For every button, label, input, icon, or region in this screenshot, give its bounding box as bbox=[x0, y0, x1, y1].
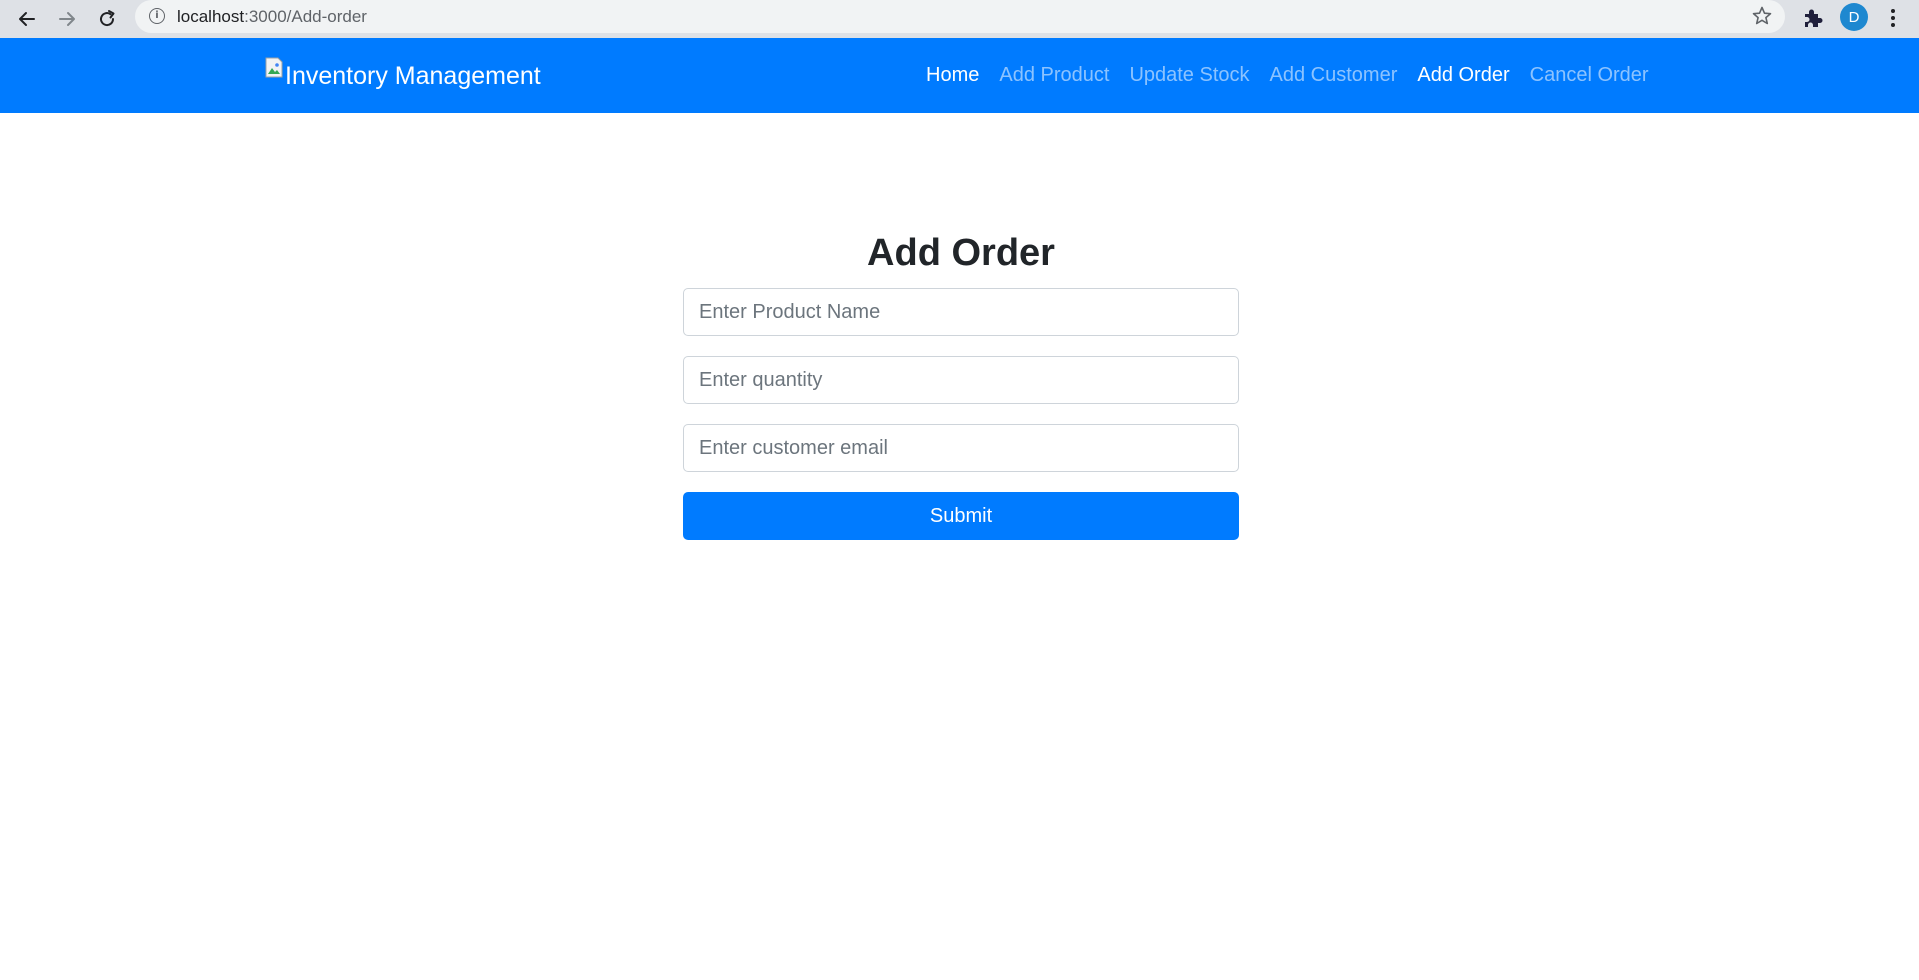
add-order-form: Add Order Submit bbox=[683, 230, 1239, 540]
nav-link-add-product[interactable]: Add Product bbox=[989, 64, 1119, 87]
reload-button[interactable] bbox=[91, 3, 123, 35]
browser-toolbar: i localhost:3000/Add-order D bbox=[0, 0, 1919, 38]
profile-avatar[interactable]: D bbox=[1840, 3, 1868, 31]
star-icon[interactable] bbox=[1751, 5, 1773, 27]
nav-link-add-customer[interactable]: Add Customer bbox=[1260, 64, 1408, 87]
info-icon[interactable]: i bbox=[149, 8, 165, 24]
arrow-left-icon bbox=[19, 12, 35, 26]
url-host: localhost bbox=[177, 7, 245, 26]
nav-link-cancel-order[interactable]: Cancel Order bbox=[1520, 64, 1659, 87]
submit-button[interactable]: Submit bbox=[683, 492, 1239, 540]
nav-link-update-stock[interactable]: Update Stock bbox=[1119, 64, 1259, 87]
customer-email-input[interactable] bbox=[683, 424, 1239, 472]
navbar-brand[interactable]: Inventory Management bbox=[265, 56, 541, 96]
nav-link-add-order[interactable]: Add Order bbox=[1407, 64, 1519, 87]
arrow-right-icon bbox=[59, 12, 75, 26]
back-button[interactable] bbox=[11, 3, 43, 35]
nav-link-home[interactable]: Home bbox=[926, 64, 989, 87]
reload-icon bbox=[100, 10, 115, 27]
navbar-links: Home Add Product Update Stock Add Custom… bbox=[926, 38, 1659, 113]
broken-image-icon bbox=[265, 57, 285, 79]
url-path: :3000/Add-order bbox=[244, 7, 367, 26]
forward-button[interactable] bbox=[51, 3, 83, 35]
page-title: Add Order bbox=[867, 232, 1055, 274]
product-name-input[interactable] bbox=[683, 288, 1239, 336]
address-bar[interactable]: i localhost:3000/Add-order bbox=[135, 0, 1785, 33]
quantity-input[interactable] bbox=[683, 356, 1239, 404]
vertical-dots-icon[interactable] bbox=[1882, 5, 1904, 31]
url-text[interactable]: localhost:3000/Add-order bbox=[177, 7, 367, 27]
brand-label: Inventory Management bbox=[285, 61, 541, 90]
app-navbar: Inventory Management Home Add Product Up… bbox=[0, 38, 1919, 113]
puzzle-icon[interactable] bbox=[1800, 5, 1826, 31]
